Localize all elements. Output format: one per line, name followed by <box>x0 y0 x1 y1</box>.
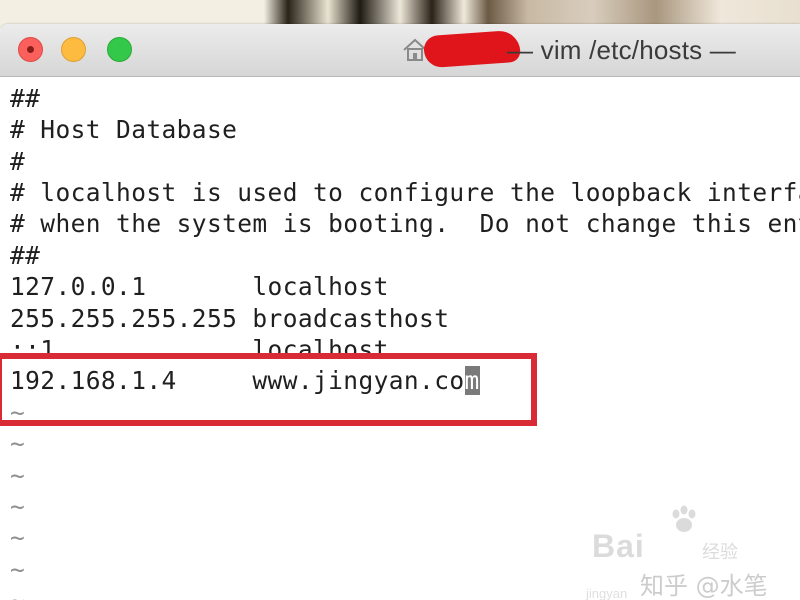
empty-line-marker: ~ <box>10 587 25 600</box>
text-line: # localhost is used to configure the loo… <box>10 178 800 207</box>
close-icon <box>27 46 34 53</box>
terminal-window: — vim /etc/hosts — ## # Host Database # … <box>0 24 800 600</box>
minimize-button[interactable] <box>61 37 86 62</box>
empty-line-marker: ~ <box>10 523 26 552</box>
paw-icon <box>672 505 696 532</box>
empty-line-marker: ~ <box>10 492 26 521</box>
text-line: 127.0.0.1 localhost <box>10 272 389 301</box>
watermark: Bai 经验 知乎 @水笔 jingyan <box>586 502 800 600</box>
title-bar[interactable]: — vim /etc/hosts — <box>0 24 800 77</box>
watermark-zhihu: 知乎 @水笔 <box>640 572 768 600</box>
text-line: # Host Database <box>10 115 238 144</box>
highlight-box <box>0 353 537 426</box>
empty-line-marker: ~ <box>10 429 26 458</box>
text-line: ## <box>10 84 41 113</box>
text-line: # <box>10 147 26 176</box>
window-title: — vim /etc/hosts — <box>507 35 736 65</box>
empty-line-marker: ~ <box>10 555 26 584</box>
watermark-sub: 经验 <box>702 542 738 563</box>
watermark-brand: Bai <box>592 528 645 564</box>
text-line: # when the system is booting. Do not cha… <box>10 209 800 238</box>
text-line: ## <box>10 241 41 270</box>
watermark-url: jingyan <box>586 586 628 600</box>
empty-line-marker: ~ <box>10 461 26 490</box>
close-button[interactable] <box>18 37 43 62</box>
zoom-button[interactable] <box>107 37 132 62</box>
text-line: 255.255.255.255 broadcasthost <box>10 304 450 333</box>
